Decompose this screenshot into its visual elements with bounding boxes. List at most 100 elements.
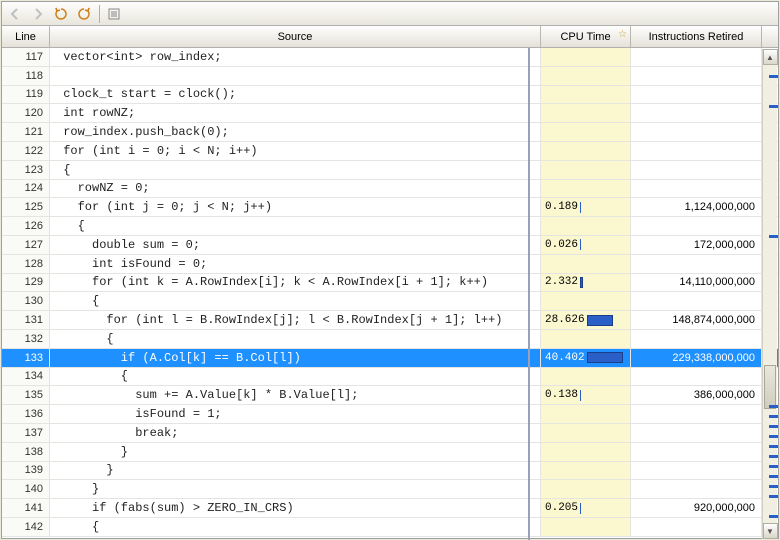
line-number: 132 — [2, 330, 50, 348]
table-row[interactable]: 123 { — [2, 161, 778, 180]
table-row[interactable]: 127 double sum = 0;0.026172,000,000 — [2, 236, 778, 255]
table-row[interactable]: 138 } — [2, 443, 778, 462]
source-text: for (int j = 0; j < N; j++) — [50, 198, 541, 216]
table-row[interactable]: 139 } — [2, 462, 778, 481]
col-header-gap — [762, 26, 778, 47]
col-header-line[interactable]: Line — [2, 26, 50, 47]
instructions-cell: 1,124,000,000 — [631, 198, 762, 216]
table-row[interactable]: 128 int isFound = 0; — [2, 255, 778, 274]
scroll-down-button[interactable]: ▼ — [763, 523, 778, 539]
scroll-heat-mark — [769, 515, 778, 518]
instructions-cell — [631, 180, 762, 198]
table-row[interactable]: 130 { — [2, 292, 778, 311]
line-number: 130 — [2, 292, 50, 310]
table-row[interactable]: 134 { — [2, 368, 778, 387]
cpu-time-cell — [541, 161, 631, 179]
table-row[interactable]: 117 vector<int> row_index; — [2, 48, 778, 67]
line-number: 135 — [2, 386, 50, 404]
scroll-heat-mark — [769, 455, 778, 458]
undo-icon — [53, 6, 69, 22]
cpu-time-cell: 0.138 — [541, 386, 631, 404]
source-text: sum += A.Value[k] * B.Value[l]; — [50, 386, 541, 404]
source-text: row_index.push_back(0); — [50, 123, 541, 141]
instructions-cell — [631, 443, 762, 461]
scroll-track[interactable] — [763, 65, 778, 523]
col-header-source[interactable]: Source — [50, 26, 541, 47]
cpu-time-cell — [541, 104, 631, 122]
cpu-time-cell — [541, 67, 631, 85]
table-row[interactable]: 133 if (A.Col[k] == B.Col[l])40.402229,3… — [2, 349, 778, 368]
table-row[interactable]: 120 int rowNZ; — [2, 104, 778, 123]
scroll-heat-mark — [769, 475, 778, 478]
cpu-time-cell — [541, 330, 631, 348]
table-row[interactable]: 125 for (int j = 0; j < N; j++)0.1891,12… — [2, 198, 778, 217]
arrow-left-icon — [7, 6, 23, 22]
line-number: 127 — [2, 236, 50, 254]
instructions-cell: 920,000,000 — [631, 499, 762, 517]
table-row[interactable]: 122 for (int i = 0; i < N; i++) — [2, 142, 778, 161]
scroll-up-button[interactable]: ▲ — [763, 49, 778, 65]
col-header-instructions[interactable]: Instructions Retired — [631, 26, 762, 47]
scroll-thumb[interactable] — [764, 365, 776, 409]
table-row[interactable]: 118 — [2, 67, 778, 86]
table-row[interactable]: 132 { — [2, 330, 778, 349]
source-text: if (fabs(sum) > ZERO_IN_CRS) — [50, 499, 541, 517]
line-number: 128 — [2, 255, 50, 273]
list-button[interactable] — [103, 4, 125, 24]
table-row[interactable]: 137 break; — [2, 424, 778, 443]
scroll-heat-mark — [769, 75, 778, 78]
line-number: 124 — [2, 180, 50, 198]
table-row[interactable]: 121 row_index.push_back(0); — [2, 123, 778, 142]
line-number: 122 — [2, 142, 50, 160]
table-row[interactable]: 140 } — [2, 480, 778, 499]
cpu-time-cell — [541, 48, 631, 66]
scroll-heat-mark — [769, 405, 778, 408]
table-row[interactable]: 135 sum += A.Value[k] * B.Value[l];0.138… — [2, 386, 778, 405]
star-icon: ☆ — [618, 29, 627, 40]
cpu-time-cell — [541, 123, 631, 141]
cpu-bar — [580, 239, 581, 250]
source-text: } — [50, 443, 541, 461]
scroll-heat-mark — [769, 235, 778, 238]
undo-button[interactable] — [50, 4, 72, 24]
line-number: 142 — [2, 518, 50, 536]
table-row[interactable]: 129 for (int k = A.RowIndex[i]; k < A.Ro… — [2, 274, 778, 293]
table-row[interactable]: 141 if (fabs(sum) > ZERO_IN_CRS)0.205920… — [2, 499, 778, 518]
instructions-cell — [631, 368, 762, 386]
instructions-cell — [631, 123, 762, 141]
table-row[interactable]: 119 clock_t start = clock(); — [2, 86, 778, 105]
instructions-cell — [631, 67, 762, 85]
instructions-cell — [631, 255, 762, 273]
cpu-bar — [587, 352, 623, 363]
source-text: rowNZ = 0; — [50, 180, 541, 198]
cpu-bar — [580, 277, 583, 288]
back-button[interactable] — [4, 4, 26, 24]
cpu-time-cell: 0.205 — [541, 499, 631, 517]
forward-button[interactable] — [27, 4, 49, 24]
column-divider[interactable] — [528, 48, 530, 540]
table-row[interactable]: 124 rowNZ = 0; — [2, 180, 778, 199]
table-row[interactable]: 131 for (int l = B.RowIndex[j]; l < B.Ro… — [2, 311, 778, 330]
table-row[interactable]: 136 isFound = 1; — [2, 405, 778, 424]
source-text: int rowNZ; — [50, 104, 541, 122]
line-number: 120 — [2, 104, 50, 122]
instructions-cell: 148,874,000,000 — [631, 311, 762, 329]
table-row[interactable]: 142 { — [2, 518, 778, 537]
scroll-heat-mark — [769, 445, 778, 448]
vertical-scrollbar[interactable]: ▲ ▼ — [762, 49, 777, 539]
source-text: { — [50, 161, 541, 179]
redo-button[interactable] — [73, 4, 95, 24]
source-text — [50, 67, 541, 85]
table-row[interactable]: 126 { — [2, 217, 778, 236]
line-number: 117 — [2, 48, 50, 66]
source-text: double sum = 0; — [50, 236, 541, 254]
source-grid[interactable]: 117 vector<int> row_index;118119 clock_t… — [2, 48, 778, 538]
instructions-cell: 172,000,000 — [631, 236, 762, 254]
cpu-time-cell — [541, 86, 631, 104]
toolbar — [2, 2, 778, 26]
line-number: 131 — [2, 311, 50, 329]
scroll-heat-mark — [769, 105, 778, 108]
col-header-cpu[interactable]: CPU Time ☆ — [541, 26, 631, 47]
cpu-time-cell — [541, 255, 631, 273]
list-icon — [106, 6, 122, 22]
